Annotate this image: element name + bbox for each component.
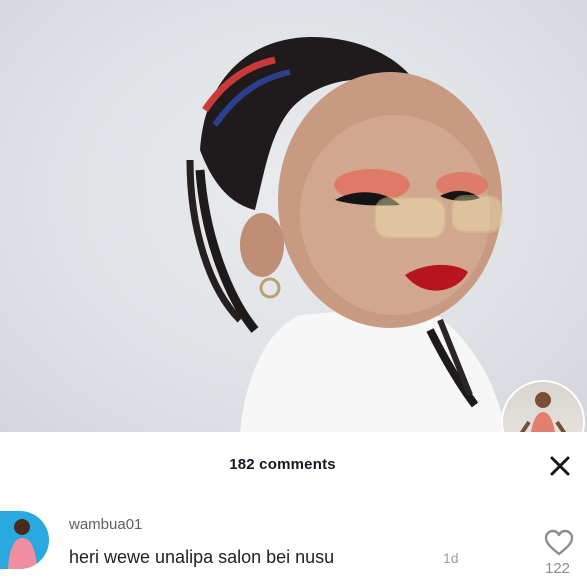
video-photo — [0, 0, 587, 432]
comment-text: heri wewe unalipa salon bei nusu — [69, 547, 335, 567]
creator-avatar[interactable] — [503, 382, 583, 432]
comment-timestamp: 1d — [443, 550, 459, 566]
close-icon — [550, 456, 570, 476]
portrait-image — [186, 36, 505, 432]
like-count: 122 — [545, 560, 571, 577]
comments-sheet: 182 comments wambua01 heri wewe unalipa … — [0, 432, 587, 582]
creator-avatar-image — [519, 392, 567, 432]
comment-username[interactable]: wambua01 — [69, 516, 142, 533]
avatar[interactable] — [0, 511, 49, 569]
heart-outline-icon — [544, 529, 574, 556]
comments-count: 182 comments — [229, 456, 336, 473]
close-button[interactable] — [546, 452, 574, 480]
like-button[interactable] — [543, 529, 575, 557]
user-avatar-image — [8, 519, 37, 569]
